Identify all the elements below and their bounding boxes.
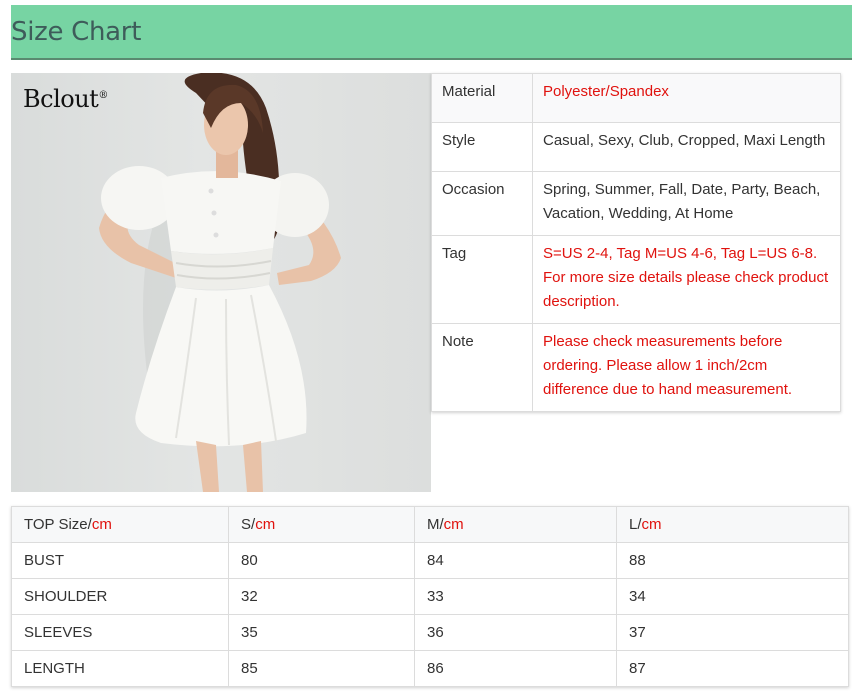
size-header-cell: S/cm (228, 506, 415, 543)
product-photo: Bclout® (11, 73, 431, 492)
size-value-cell: 32 (228, 578, 415, 615)
spec-label: Tag (431, 235, 533, 324)
size-value-cell: 84 (414, 542, 617, 579)
page-title: Size Chart (11, 17, 142, 47)
size-header-cell: M/cm (414, 506, 617, 543)
brand-logo: Bclout® (23, 85, 108, 113)
spec-row-material: Material Polyester/Spandex (431, 73, 841, 123)
table-row: LENGTH 85 86 87 (11, 650, 849, 687)
table-row: SLEEVES 35 36 37 (11, 614, 849, 651)
spec-label: Style (431, 122, 533, 172)
size-header-label: S/ (241, 516, 256, 533)
size-header-label: M/ (427, 516, 444, 533)
size-value-cell: 87 (616, 650, 849, 687)
size-header-unit: cm (443, 516, 464, 533)
size-measure-label: LENGTH (11, 650, 229, 687)
spec-label: Note (431, 323, 533, 412)
size-value-cell: 35 (228, 614, 415, 651)
size-value-cell: 88 (616, 542, 849, 579)
spec-value: Please check measurements before orderin… (532, 323, 841, 412)
model-dress-illustration (99, 73, 341, 492)
spec-label: Occasion (431, 171, 533, 236)
size-header-cell: TOP Size/cm (11, 506, 229, 543)
size-value-cell: 34 (616, 578, 849, 615)
size-measure-label: BUST (11, 542, 229, 579)
spec-row-occasion: Occasion Spring, Summer, Fall, Date, Part… (431, 171, 841, 236)
table-row: BUST 80 84 88 (11, 542, 849, 579)
size-header-label: TOP Size/ (24, 516, 92, 533)
size-value-cell: 33 (414, 578, 617, 615)
spec-row-tag: Tag S=US 2-4, Tag M=US 4-6, Tag L=US 6-8.… (431, 235, 841, 324)
size-value-cell: 85 (228, 650, 415, 687)
size-header-unit: cm (91, 516, 112, 533)
spec-row-note: Note Please check measurements before ord… (431, 323, 841, 412)
product-spec-table: Material Polyester/Spandex Style Casual, Se… (431, 73, 841, 412)
size-value-cell: 36 (414, 614, 617, 651)
size-value-cell: 86 (414, 650, 617, 687)
spec-row-style: Style Casual, Sexy, Club, Cropped, Maxi L… (431, 122, 841, 172)
spec-value: S=US 2-4, Tag M=US 4-6, Tag L=US 6-8. Fo… (532, 235, 841, 324)
size-chart-page: Size Chart Bclout® Material Polyester/Sp… (0, 0, 862, 696)
size-value-cell: 37 (616, 614, 849, 651)
spec-label: Material (431, 73, 533, 123)
size-header-cell: L/cm (616, 506, 849, 543)
size-header-label: L/ (629, 516, 642, 533)
size-measure-label: SHOULDER (11, 578, 229, 615)
size-chart-header: Size Chart (11, 5, 852, 60)
table-row: SHOULDER 32 33 34 (11, 578, 849, 615)
size-header-unit: cm (641, 516, 662, 533)
size-header-unit: cm (255, 516, 276, 533)
spec-value: Polyester/Spandex (532, 73, 841, 123)
size-value-cell: 80 (228, 542, 415, 579)
spec-value: Spring, Summer, Fall, Date, Party, Beach… (532, 171, 841, 236)
spec-value: Casual, Sexy, Club, Cropped, Maxi Length (532, 122, 841, 172)
size-table: TOP Size/cm S/cm M/cm L/cm BUST 80 84 88 SHOULD… (11, 506, 849, 687)
size-measure-label: SLEEVES (11, 614, 229, 651)
